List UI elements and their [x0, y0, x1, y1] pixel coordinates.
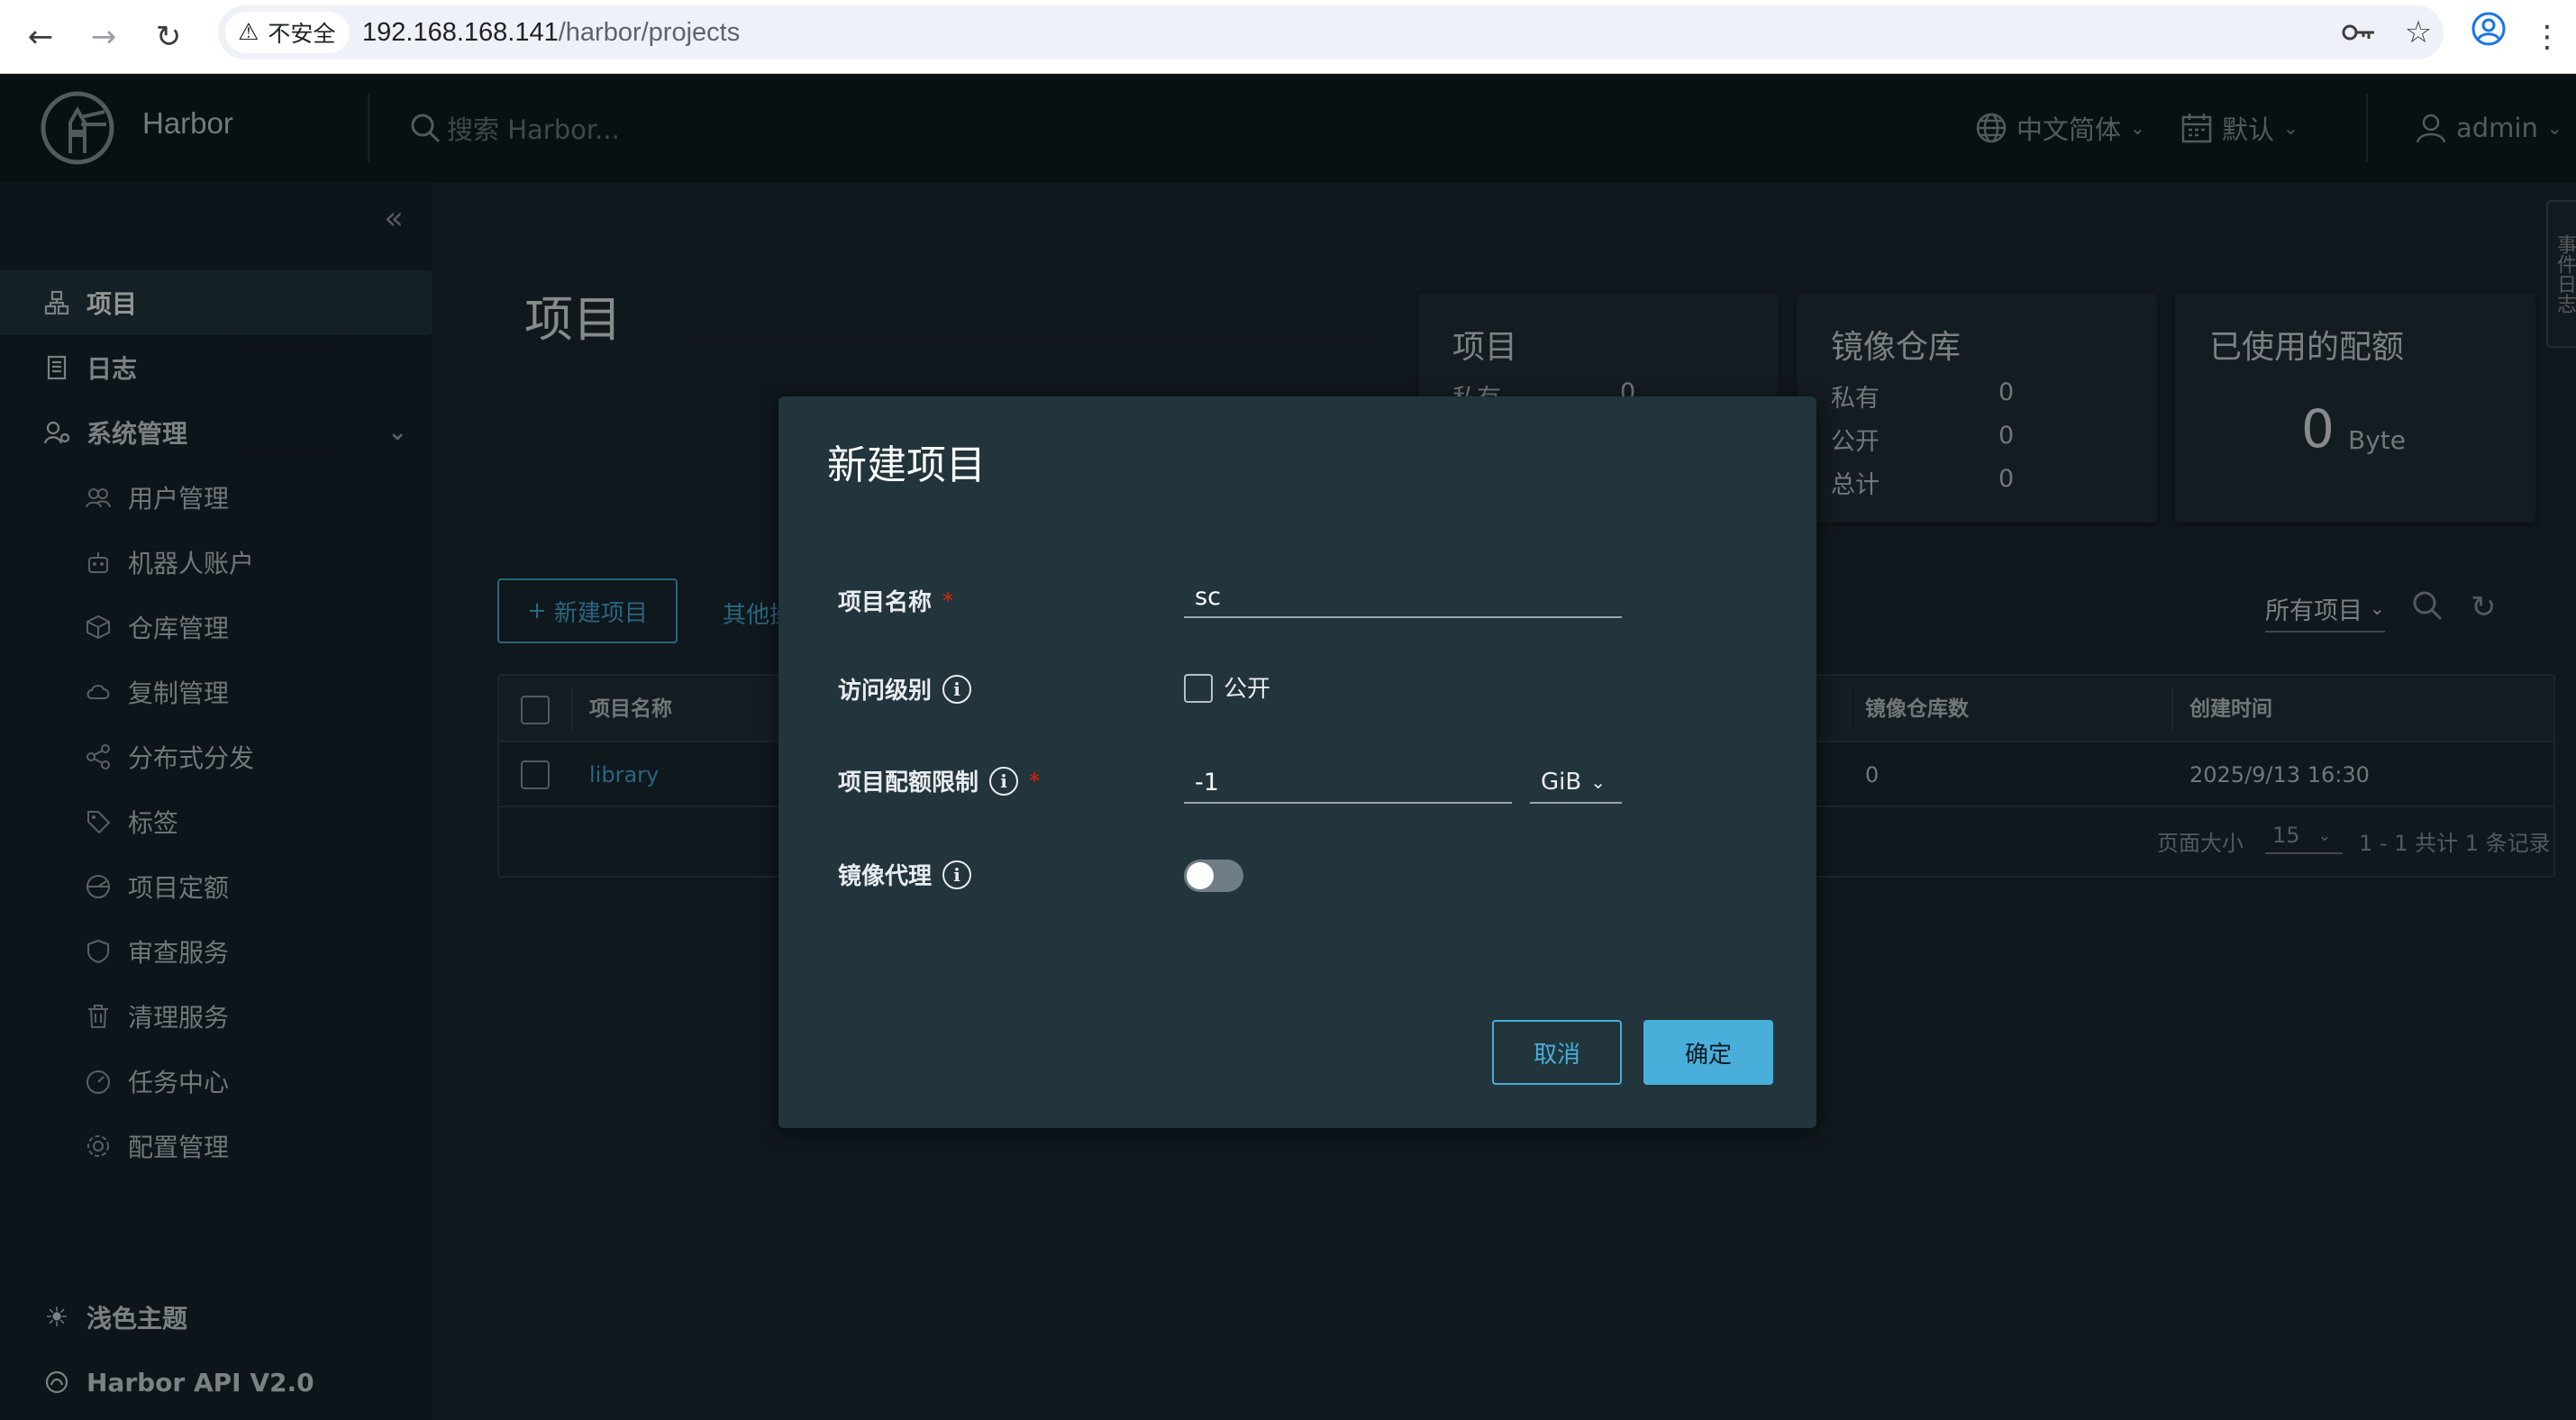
insecure-chip[interactable]: ⚠ 不安全: [225, 12, 350, 53]
back-icon[interactable]: ←: [16, 13, 65, 61]
unit-value: GiB: [1541, 769, 1582, 796]
toggle-knob: [1187, 862, 1214, 889]
info-icon[interactable]: i: [942, 860, 972, 889]
quota-unit-select[interactable]: GiB ⌄: [1530, 762, 1622, 804]
menu-icon[interactable]: ⋮: [2523, 13, 2571, 61]
quota-limit-input[interactable]: [1184, 762, 1512, 804]
public-checkbox-label[interactable]: 公开: [1224, 670, 1270, 704]
url-host: 192.168.168.141: [362, 18, 559, 47]
url-text[interactable]: 192.168.168.141/harbor/projects: [362, 5, 740, 59]
dialog-title: 新建项目: [827, 442, 986, 488]
label-text: 项目名称: [838, 589, 933, 616]
chevron-down-icon: ⌄: [1590, 771, 1606, 793]
star-icon[interactable]: ☆: [2399, 13, 2438, 52]
proxy-cache-toggle[interactable]: [1184, 860, 1243, 892]
public-checkbox[interactable]: [1184, 674, 1213, 703]
access-level-label: 访问级别 i: [838, 672, 972, 705]
confirm-button[interactable]: 确定: [1643, 1020, 1773, 1085]
quota-limit-label: 项目配额限制 i *: [838, 764, 1040, 797]
profile-icon[interactable]: [2469, 9, 2508, 49]
proxy-cache-label: 镜像代理 i: [838, 858, 972, 891]
required-marker: *: [942, 587, 954, 614]
warning-icon: ⚠: [238, 19, 259, 46]
label-text: 项目配额限制: [838, 769, 979, 796]
browser-toolbar: ← → ↻ ⚠ 不安全 192.168.168.141/harbor/proje…: [0, 0, 2576, 74]
label-text: 镜像代理: [838, 863, 933, 890]
address-bar[interactable]: ⚠ 不安全 192.168.168.141/harbor/projects ☆: [218, 5, 2444, 59]
info-icon[interactable]: i: [989, 766, 1019, 796]
reload-icon[interactable]: ↻: [144, 13, 193, 61]
project-name-input[interactable]: [1184, 577, 1622, 618]
forward-icon[interactable]: →: [79, 13, 128, 61]
url-path: /harbor/projects: [558, 18, 741, 47]
required-marker: *: [1029, 768, 1041, 794]
project-name-label: 项目名称 *: [838, 584, 953, 617]
new-project-dialog: 新建项目 项目名称 * 访问级别 i 公开 项目配额限制 i * GiB ⌄ 镜…: [778, 396, 1816, 1128]
label-text: 访问级别: [838, 678, 933, 705]
cancel-button[interactable]: 取消: [1492, 1020, 1622, 1085]
insecure-label: 不安全: [268, 21, 336, 47]
key-icon[interactable]: [2339, 13, 2379, 52]
info-icon[interactable]: i: [942, 674, 972, 704]
